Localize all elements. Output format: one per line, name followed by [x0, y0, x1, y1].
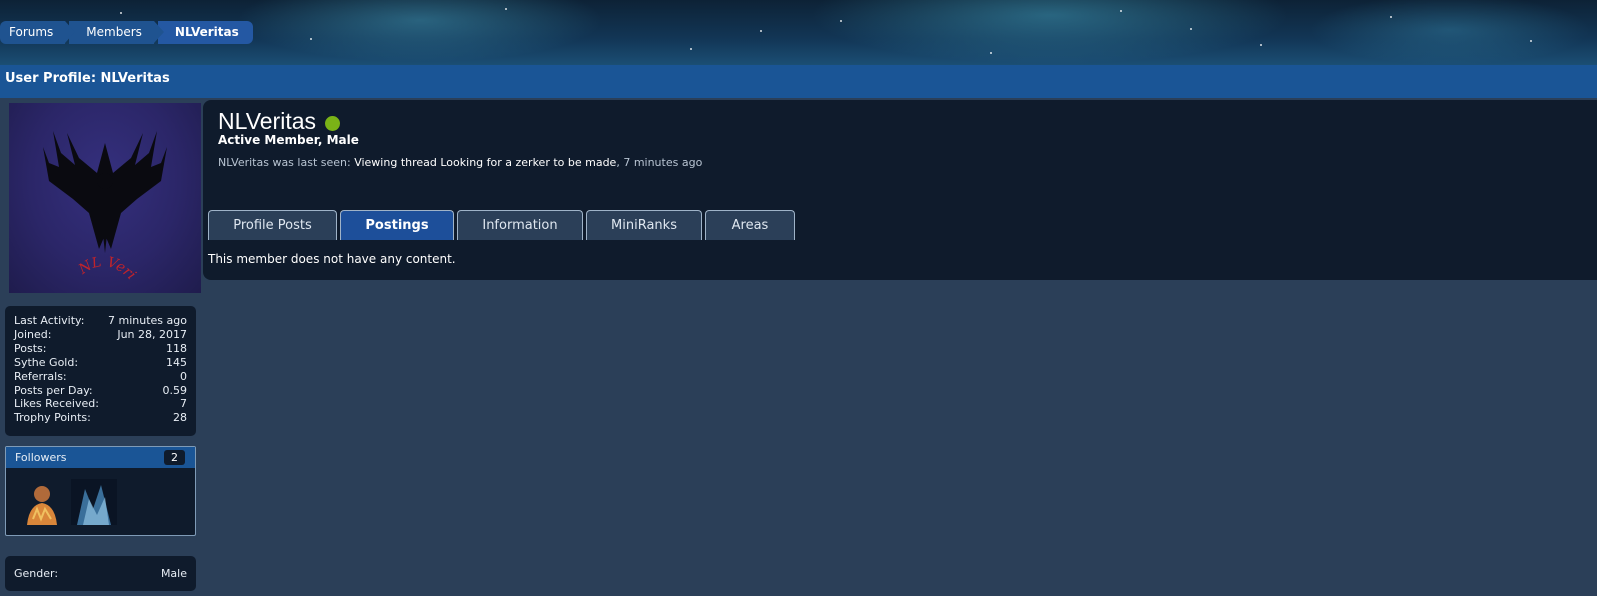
last-seen-action: Viewing thread: [354, 156, 437, 169]
tab-profile-posts[interactable]: Profile Posts: [208, 210, 337, 240]
followers-count-badge: 2: [164, 450, 185, 465]
breadcrumb-members[interactable]: Members: [69, 21, 164, 44]
member-stats: Last Activity: 7 minutes ago Joined: Jun…: [5, 306, 196, 436]
phoenix-emblem-icon: NL Veritas: [5, 91, 167, 283]
empty-content-message: This member does not have any content.: [208, 252, 456, 266]
followers-header[interactable]: Followers 2: [6, 447, 195, 468]
gender-label: Gender:: [14, 567, 59, 580]
stat-posts-per-day: Posts per Day: 0.59: [14, 383, 187, 397]
gender-value: Male: [160, 567, 187, 580]
stat-referrals: Referrals: 0: [14, 369, 187, 383]
stat-posts: Posts: 118: [14, 341, 187, 355]
user-title: Active Member, Male: [218, 133, 359, 147]
follower-avatar[interactable]: [71, 479, 117, 525]
stat-sythe-gold: Sythe Gold: 145: [14, 355, 187, 369]
online-status-icon: [325, 116, 341, 131]
profile-tabs: Profile Posts Postings Information MiniR…: [208, 210, 795, 240]
breadcrumb-forums[interactable]: Forums: [0, 21, 76, 44]
stat-likes-received: Likes Received: 7: [14, 397, 187, 411]
avatar[interactable]: NL Veritas: [5, 91, 201, 293]
profile-username: NLVeritas: [218, 108, 317, 134]
tab-areas[interactable]: Areas: [705, 210, 795, 240]
last-seen-thread-link[interactable]: Looking for a zerker to be made: [440, 156, 616, 169]
profile-main-panel: NLVeritas Active Member, Male NLVeritas …: [203, 100, 1597, 280]
stat-trophy-points: Trophy Points: 28: [14, 411, 187, 425]
page-title-bar: User Profile: NLVeritas: [0, 65, 1597, 98]
breadcrumb-current-user[interactable]: NLVeritas: [157, 21, 253, 44]
followers-title: Followers: [15, 451, 67, 464]
followers-list: [6, 468, 195, 525]
stat-joined: Joined: Jun 28, 2017: [14, 327, 187, 341]
last-seen-info: NLVeritas was last seen: Viewing thread …: [218, 156, 702, 169]
stat-last-activity: Last Activity: 7 minutes ago: [14, 314, 187, 327]
tab-miniranks[interactable]: MiniRanks: [586, 210, 702, 240]
header-banner: Forums Members NLVeritas: [0, 0, 1597, 65]
breadcrumb: Forums Members NLVeritas: [0, 21, 257, 44]
tab-postings[interactable]: Postings: [340, 210, 454, 240]
followers-panel: Followers 2: [5, 446, 196, 536]
gender-row: Gender: Male: [5, 556, 196, 591]
last-seen-prefix: NLVeritas was last seen:: [218, 156, 351, 169]
last-seen-time: , 7 minutes ago: [616, 156, 703, 169]
follower-avatar[interactable]: [19, 479, 65, 525]
page-title: User Profile: NLVeritas: [5, 71, 170, 86]
username-row: NLVeritas: [218, 108, 341, 135]
tab-information[interactable]: Information: [457, 210, 583, 240]
